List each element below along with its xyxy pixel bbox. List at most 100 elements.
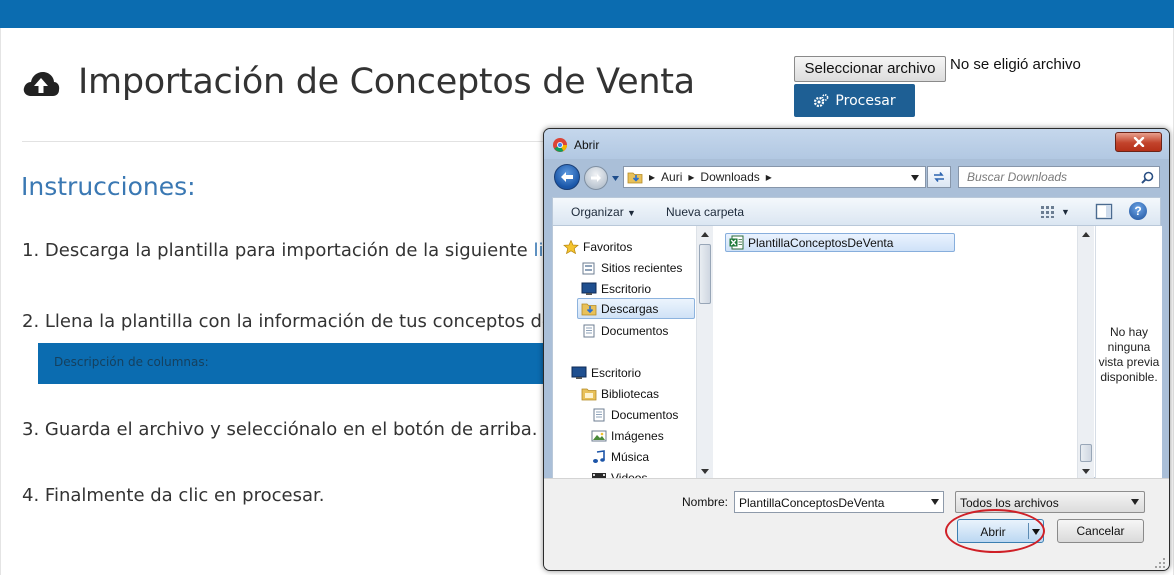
dialog-close-button[interactable] [1115, 132, 1162, 152]
documents-icon [593, 408, 605, 421]
nav-item-label: Documentos [601, 323, 669, 338]
step-1-text: 1. Descarga la plantilla para importació… [22, 240, 534, 261]
search-placeholder: Buscar Downloads [967, 170, 1068, 184]
preview-pane-icon[interactable] [1095, 203, 1113, 220]
instructions-heading: Instrucciones: [21, 172, 196, 201]
navigation-pane: Favoritos Sitios recientes Escritorio De… [553, 226, 713, 479]
help-icon[interactable]: ? [1129, 202, 1147, 220]
file-type-value: Todos los archivos [960, 496, 1059, 510]
star-icon [563, 239, 579, 254]
forward-button[interactable] [584, 166, 608, 190]
organize-label: Organizar [571, 205, 624, 219]
process-button[interactable]: Procesar [794, 84, 915, 117]
breadcrumb-item[interactable]: Auri [661, 170, 682, 184]
chevron-down-icon: ▼ [627, 208, 636, 218]
nav-item-downloads[interactable]: Descargas [577, 298, 695, 319]
resize-grip-icon[interactable] [1154, 557, 1166, 569]
nav-item-label: Música [611, 449, 650, 464]
instruction-step-3: 3. Guarda el archivo y selecciónalo en e… [22, 419, 538, 440]
nav-item-label: Favoritos [583, 239, 633, 254]
breadcrumb-separator: ▸ [688, 170, 695, 184]
nav-item-label: Bibliotecas [601, 386, 660, 401]
process-button-label: Procesar [835, 92, 896, 109]
dialog-toolbar: Organizar ▼ Nueva carpeta ▼ ? [552, 197, 1161, 225]
views-button[interactable]: ▼ [1040, 203, 1080, 220]
recent-places-icon [582, 262, 595, 274]
refresh-button[interactable] [927, 166, 951, 188]
chevron-down-icon[interactable] [931, 499, 939, 505]
scroll-down-icon[interactable] [1082, 469, 1090, 475]
desktop-icon [581, 282, 597, 295]
arrow-left-icon [561, 172, 573, 182]
navigation-bar: ▸ Auri ▸ Downloads ▸ Buscar Downloads [544, 163, 1169, 191]
column-description-label: Descripción de columnas: [54, 355, 209, 369]
file-name-label: Nombre: [682, 495, 729, 509]
cancel-button[interactable]: Cancelar [1057, 519, 1144, 543]
new-folder-button[interactable]: Nueva carpeta [666, 205, 744, 219]
nav-item-desktop-root[interactable]: Escritorio [571, 362, 641, 383]
file-item-name: PlantillaConceptosDeVenta [748, 235, 894, 250]
file-list[interactable]: PlantillaConceptosDeVenta [713, 226, 1080, 479]
excel-file-icon [729, 235, 744, 250]
nav-item-recent-places[interactable]: Sitios recientes [581, 257, 682, 278]
desktop-icon [571, 366, 587, 379]
open-file-dialog: Abrir ▸ Auri ▸ Downloads ▸ Buscar Downlo… [543, 128, 1170, 571]
column-description-panel[interactable]: Descripción de columnas: [38, 343, 548, 384]
nav-item-music[interactable]: Música [591, 446, 649, 467]
arrow-right-icon [591, 174, 601, 182]
scroll-down-icon[interactable] [701, 469, 709, 475]
grid-view-icon [1041, 205, 1054, 218]
select-file-button[interactable]: Seleccionar archivo [794, 56, 946, 82]
dialog-titlebar: Abrir [544, 129, 1169, 159]
scrollbar-thumb[interactable] [699, 244, 711, 304]
nav-item-libraries[interactable]: Bibliotecas [581, 383, 659, 404]
file-list-scrollbar[interactable] [1077, 226, 1094, 479]
nav-item-library-documents[interactable]: Documentos [591, 404, 678, 425]
organize-menu[interactable]: Organizar ▼ [571, 205, 636, 219]
documents-icon [583, 324, 595, 337]
file-name-input[interactable]: PlantillaConceptosDeVenta [734, 491, 944, 513]
preview-message: No hay ninguna vista previa disponible. [1098, 325, 1160, 384]
dialog-footer: Nombre: PlantillaConceptosDeVenta Todos … [544, 478, 1169, 570]
breadcrumb-item[interactable]: Downloads [700, 170, 759, 184]
nav-item-documents[interactable]: Documentos [581, 320, 668, 341]
navigation-scrollbar[interactable] [696, 226, 713, 479]
folder-download-icon [627, 172, 643, 183]
file-item-plantilla[interactable]: PlantillaConceptosDeVenta [725, 233, 955, 252]
nav-item-label: Escritorio [601, 281, 652, 296]
back-button[interactable] [554, 164, 580, 190]
dialog-title: Abrir [574, 138, 600, 152]
highlight-annotation-ring [945, 509, 1045, 553]
address-bar[interactable]: ▸ Auri ▸ Downloads ▸ [623, 166, 926, 188]
refresh-icon [934, 172, 944, 182]
address-dropdown-icon[interactable] [911, 175, 919, 181]
breadcrumb-separator: ▸ [765, 170, 772, 184]
file-name-value: PlantillaConceptosDeVenta [739, 496, 885, 510]
pictures-icon [591, 430, 607, 441]
instruction-step-4: 4. Finalmente da clic en procesar. [22, 485, 325, 506]
nav-item-favorites[interactable]: Favoritos [563, 236, 632, 257]
chevron-down-icon [1131, 499, 1139, 505]
page-title: Importación de Conceptos de Venta [78, 62, 695, 102]
file-status-text: No se eligió archivo [950, 56, 1081, 73]
dialog-content: Favoritos Sitios recientes Escritorio De… [552, 225, 1162, 479]
nav-item-pictures[interactable]: Imágenes [591, 425, 664, 446]
close-icon [1133, 137, 1144, 147]
divider [22, 141, 547, 142]
downloads-folder-icon [581, 303, 597, 315]
preview-pane: No hay ninguna vista previa disponible. [1095, 226, 1162, 479]
instruction-step-2: 2. Llena la plantilla con la información… [22, 311, 553, 332]
chevron-down-icon: ▼ [1061, 206, 1070, 217]
nav-item-label: Sitios recientes [601, 260, 683, 275]
scroll-up-icon[interactable] [701, 231, 709, 237]
history-dropdown-icon[interactable] [611, 174, 620, 182]
cloud-upload-icon [23, 72, 60, 96]
nav-item-desktop[interactable]: Escritorio [581, 278, 651, 299]
chrome-icon [553, 138, 567, 152]
music-icon [593, 449, 605, 463]
scrollbar-thumb[interactable] [1080, 444, 1092, 462]
nav-item-label: Imágenes [611, 428, 664, 443]
instruction-step-1: 1. Descarga la plantilla para importació… [22, 240, 555, 261]
scroll-up-icon[interactable] [1082, 231, 1090, 237]
search-input[interactable]: Buscar Downloads [958, 166, 1160, 188]
